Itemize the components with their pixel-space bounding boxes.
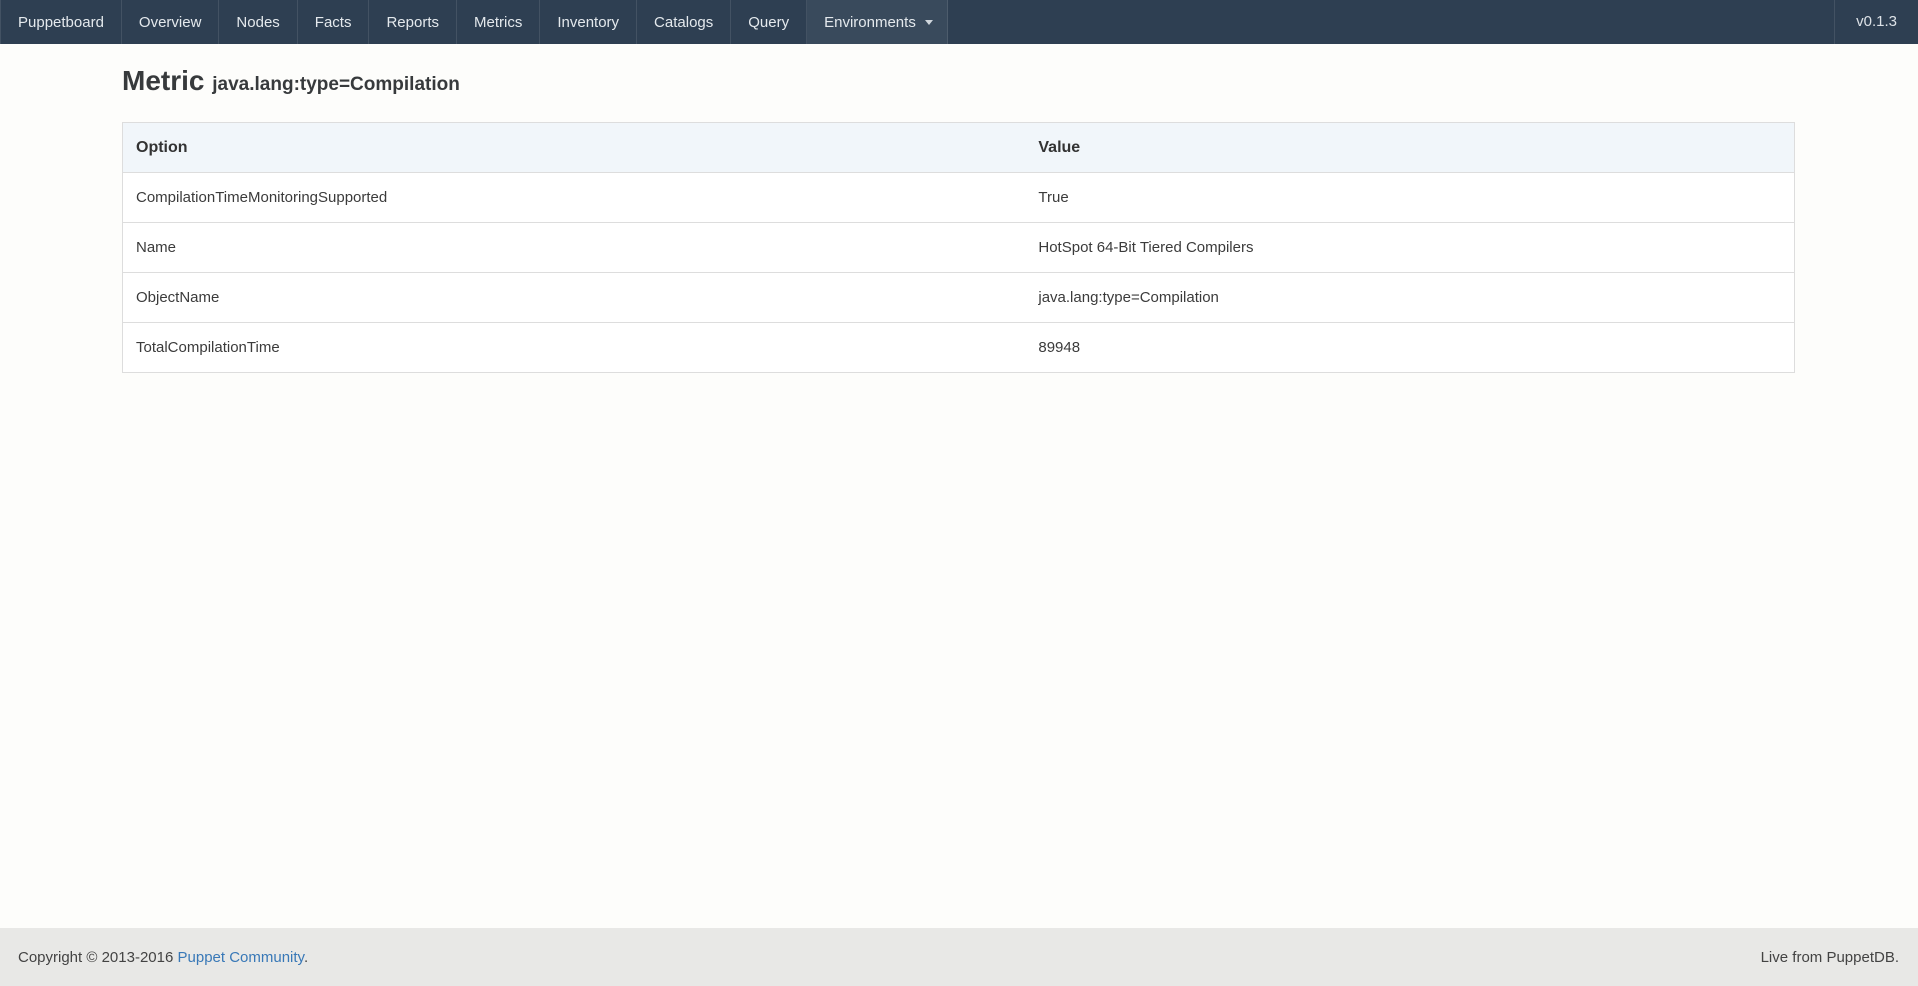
column-header-option: Option	[123, 123, 1026, 173]
nav-item-reports[interactable]: Reports	[369, 0, 457, 44]
table-row: Name HotSpot 64-Bit Tiered Compilers	[123, 223, 1795, 273]
option-cell: Name	[123, 223, 1026, 273]
option-cell: ObjectName	[123, 273, 1026, 323]
nav-item-overview[interactable]: Overview	[122, 0, 220, 44]
nav-dropdown-environments[interactable]: Environments	[807, 0, 948, 44]
nav-item-catalogs[interactable]: Catalogs	[637, 0, 731, 44]
option-cell: CompilationTimeMonitoringSupported	[123, 173, 1026, 223]
nav-item-metrics[interactable]: Metrics	[457, 0, 540, 44]
metric-table: Option Value CompilationTimeMonitoringSu…	[122, 122, 1795, 373]
nav-item-facts[interactable]: Facts	[298, 0, 370, 44]
main-content: Metric java.lang:type=Compilation Option…	[0, 44, 1918, 928]
top-navbar: Puppetboard Overview Nodes Facts Reports…	[0, 0, 1918, 44]
footer-copyright: Copyright © 2013-2016 Puppet Community.	[18, 949, 308, 966]
page-title: Metric java.lang:type=Compilation	[122, 63, 1795, 103]
copyright-text: Copyright © 2013-2016	[18, 949, 173, 966]
environments-label: Environments	[824, 1, 916, 44]
column-header-value: Value	[1025, 123, 1794, 173]
value-cell: True	[1025, 173, 1794, 223]
table-row: ObjectName java.lang:type=Compilation	[123, 273, 1795, 323]
nav-item-nodes[interactable]: Nodes	[219, 0, 297, 44]
footer-status: Live from PuppetDB.	[1761, 949, 1899, 966]
navbar-spacer	[948, 0, 1834, 44]
value-cell: java.lang:type=Compilation	[1025, 273, 1794, 323]
value-cell: HotSpot 64-Bit Tiered Compilers	[1025, 223, 1794, 273]
option-cell: TotalCompilationTime	[123, 323, 1026, 373]
chevron-down-icon	[925, 20, 933, 25]
nav-item-puppetboard[interactable]: Puppetboard	[0, 0, 122, 44]
nav-item-query[interactable]: Query	[731, 0, 807, 44]
value-cell: 89948	[1025, 323, 1794, 373]
table-header-row: Option Value	[123, 123, 1795, 173]
page-title-text: Metric	[122, 65, 204, 96]
version-badge: v0.1.3	[1834, 0, 1918, 44]
table-row: TotalCompilationTime 89948	[123, 323, 1795, 373]
copyright-period: .	[304, 949, 308, 966]
nav-item-inventory[interactable]: Inventory	[540, 0, 637, 44]
page-subtitle: java.lang:type=Compilation	[212, 74, 460, 95]
page-footer: Copyright © 2013-2016 Puppet Community. …	[0, 928, 1918, 986]
puppet-community-link[interactable]: Puppet Community	[178, 949, 304, 966]
table-row: CompilationTimeMonitoringSupported True	[123, 173, 1795, 223]
